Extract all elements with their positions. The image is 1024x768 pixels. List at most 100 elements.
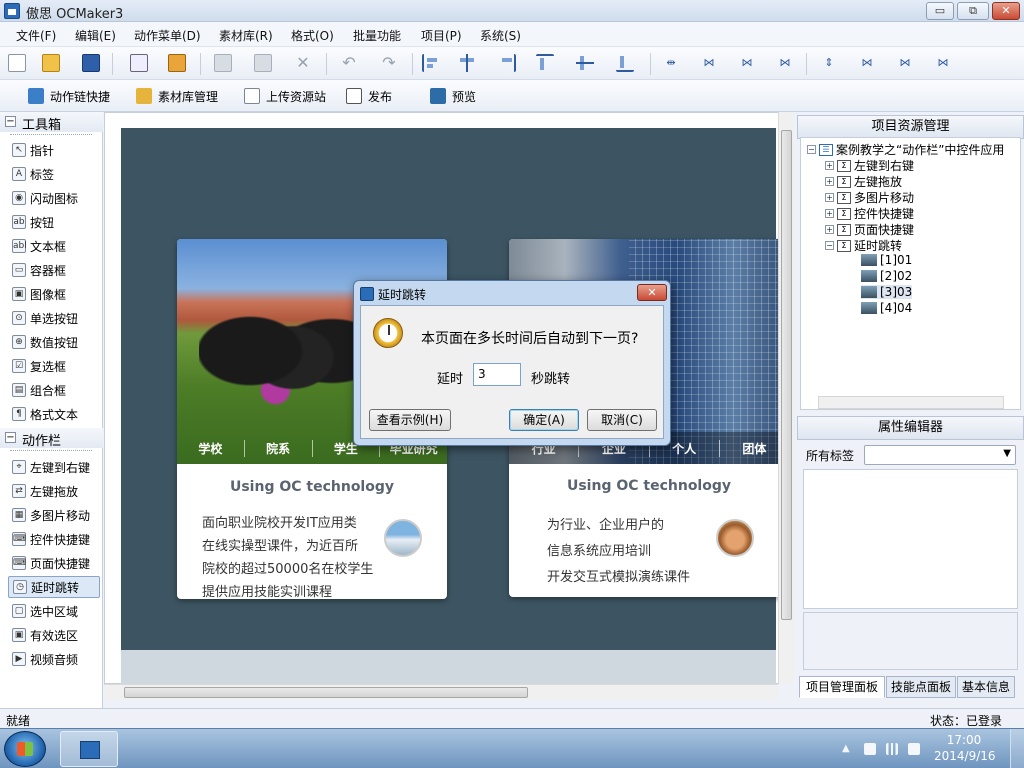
actions-header[interactable]: − 动作栏 [0,428,103,449]
tree-page[interactable]: [3]03 [861,285,913,299]
expand-icon[interactable]: + [825,209,834,218]
tool-image[interactable]: ▣ 图像框 [8,283,100,305]
space-vertical-icon[interactable]: ⇕ [820,54,838,72]
publish-button[interactable]: 发布 [346,86,392,106]
minimize-button[interactable]: ▭ [926,2,954,20]
project-tree[interactable]: − ☰ 案例教学之“动作栏”中控件应用 + Σ 左键到右键 + Σ 左键拖放 + Σ 多图片移动 + Σ… [800,137,1021,410]
align-top-icon[interactable] [536,54,554,72]
tool-label[interactable]: A 标签 [8,163,100,185]
undo-icon[interactable]: ↶ [340,54,358,72]
menu-batch[interactable]: 批量功能 [353,27,401,44]
delay-seconds-input[interactable]: 3 [473,363,521,386]
collapse-icon[interactable]: − [825,241,834,250]
menu-edit[interactable]: 编辑(E) [75,27,116,44]
cancel-button[interactable]: 取消(C) [587,409,657,431]
tree-page[interactable]: [4]04 [861,301,912,315]
align-left-icon[interactable] [422,54,440,72]
menu-project[interactable]: 项目(P) [421,27,462,44]
menu-system[interactable]: 系统(S) [480,27,521,44]
preview-button[interactable]: 预览 [430,86,476,106]
view-example-button[interactable]: 查看示例(H) [369,409,451,431]
maximize-button[interactable]: ⧉ [957,2,989,20]
action-page-hotkey[interactable]: ⌨ 页面快捷键 [8,552,100,574]
space-v-increase-icon[interactable]: ⋈ [858,54,876,72]
action-images[interactable]: ▦ 多图片移动 [8,504,100,526]
space-horizontal-icon[interactable]: ⇹ [662,54,680,72]
tab-skill-panel[interactable]: 技能点面板 [886,676,956,698]
volume-icon[interactable] [908,743,920,755]
align-middle-icon[interactable] [576,54,594,72]
paste-icon[interactable] [254,54,272,72]
tool-button[interactable]: ab 按钮 [8,211,100,233]
property-list[interactable] [803,469,1018,609]
nav-department[interactable]: 院系 [245,439,313,457]
tool-combo[interactable]: ▤ 组合框 [8,379,100,401]
taskbar-clock[interactable]: 17:00 2014/9/16 [934,732,996,764]
network-icon[interactable] [886,743,898,755]
space-h-decrease-icon[interactable]: ⋈ [738,54,756,72]
expand-icon[interactable]: + [825,177,834,186]
open-folder-icon[interactable] [42,54,60,72]
tool-richtext[interactable]: ¶ 格式文本 [8,403,100,425]
property-filter-select[interactable]: ▼ [864,445,1016,465]
tool-flash[interactable]: ◉ 闪动图标 [8,187,100,209]
canvas-vertical-scrollbar[interactable] [778,112,794,684]
tree-horizontal-scrollbar[interactable] [818,396,1004,409]
copy-icon[interactable] [214,54,232,72]
tree-item[interactable]: + Σ 左键到右键 [825,157,914,174]
action-valid-region[interactable]: ▣ 有效选区 [8,624,100,646]
menu-format[interactable]: 格式(O) [291,27,334,44]
tray-chevron-icon[interactable]: ▲ [842,743,854,755]
tree-page[interactable]: [1]01 [861,253,912,267]
align-center-icon[interactable] [458,54,476,72]
dialog-close-button[interactable]: ✕ [637,284,667,301]
tool-pointer[interactable]: ↖ 指针 [8,139,100,161]
expand-icon[interactable]: + [825,161,834,170]
action-drag[interactable]: ⇄ 左键拖放 [8,480,100,502]
toolbox-header[interactable]: − 工具箱 [0,112,103,133]
align-right-icon[interactable] [498,54,516,72]
align-bottom-icon[interactable] [616,54,634,72]
tool-container[interactable]: ▭ 容器框 [8,259,100,281]
close-button[interactable]: ✕ [992,2,1020,20]
page-icon[interactable] [130,54,148,72]
expand-icon[interactable]: + [825,193,834,202]
tree-item[interactable]: + Σ 多图片移动 [825,189,914,206]
expand-icon[interactable]: + [825,225,834,234]
space-h-remove-icon[interactable]: ⋈ [776,54,794,72]
nav-school[interactable]: 学校 [177,439,245,457]
action-chain-button[interactable]: 动作链快捷 [28,86,110,106]
menu-library[interactable]: 素材库(R) [219,27,273,44]
action-hotkey[interactable]: ⌨ 控件快捷键 [8,528,100,550]
library-manage-button[interactable]: 素材库管理 [136,86,218,106]
tool-checkbox[interactable]: ☑ 复选框 [8,355,100,377]
puzzle-icon[interactable] [168,54,186,72]
start-button[interactable] [4,731,46,767]
tree-item[interactable]: + Σ 控件快捷键 [825,205,914,222]
space-h-increase-icon[interactable]: ⋈ [700,54,718,72]
menu-file[interactable]: 文件(F) [16,27,56,44]
tool-textbox[interactable]: abl 文本框 [8,235,100,257]
action-mouse[interactable]: ⌖ 左键到右键 [8,456,100,478]
tree-page[interactable]: [2]02 [861,269,912,283]
taskbar-app-ocmaker[interactable] [60,731,118,767]
action-region[interactable]: ▢ 选中区域 [8,600,100,622]
tab-basic-info[interactable]: 基本信息 [957,676,1015,698]
space-v-decrease-icon[interactable]: ⋈ [896,54,914,72]
space-v-remove-icon[interactable]: ⋈ [934,54,952,72]
new-file-icon[interactable] [8,54,26,72]
tree-item[interactable]: + Σ 左键拖放 [825,173,902,190]
show-desktop-button[interactable] [1010,729,1024,768]
tool-radio[interactable]: ⊙ 单选按钮 [8,307,100,329]
redo-icon[interactable]: ↷ [380,54,398,72]
tab-project-panel[interactable]: 项目管理面板 [799,676,885,698]
upload-button[interactable]: 上传资源站 [244,86,326,106]
tray-device-icon[interactable] [864,743,876,755]
action-delay-jump[interactable]: ◷ 延时跳转 [8,576,100,598]
save-icon[interactable] [82,54,100,72]
canvas-horizontal-scrollbar[interactable] [104,684,778,700]
tree-item[interactable]: + Σ 页面快捷键 [825,221,914,238]
tree-item[interactable]: − Σ 延时跳转 [825,237,902,254]
delete-icon[interactable]: ✕ [294,54,312,72]
tool-number[interactable]: ⊕ 数值按钮 [8,331,100,353]
